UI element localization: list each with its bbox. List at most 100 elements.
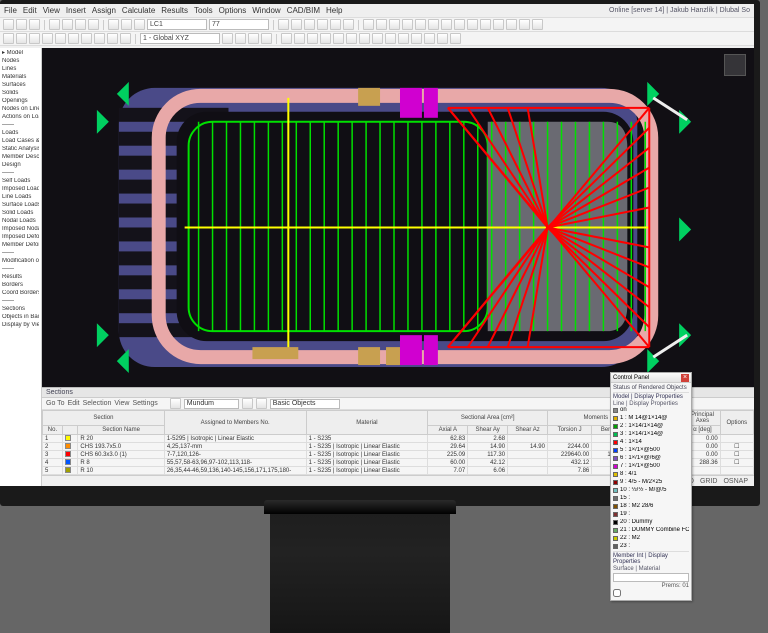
tree-item[interactable]: Actions on Load… (2, 114, 39, 121)
toolbar-button[interactable] (376, 19, 387, 30)
toolbar-button[interactable] (359, 33, 370, 44)
toolbar-button[interactable] (441, 19, 452, 30)
menu-view[interactable]: View (43, 6, 60, 15)
sections-settings[interactable]: Settings (132, 400, 157, 407)
toolbar-button[interactable] (222, 33, 233, 44)
toolbar-button[interactable] (235, 33, 246, 44)
coord-system-dropdown[interactable]: 1 - Global XYZ (140, 33, 220, 44)
menu-results[interactable]: Results (161, 6, 188, 15)
tree-item[interactable]: —— (2, 250, 39, 257)
menu-help[interactable]: Help (326, 6, 342, 15)
cp-item[interactable]: 18 : M2 28/6 (613, 503, 689, 510)
toolbar-dropdown[interactable]: LC1 (147, 19, 207, 30)
tree-item[interactable]: ▸ Model (2, 50, 39, 57)
toolbar-button[interactable] (278, 19, 289, 30)
toolbar-button[interactable] (62, 19, 73, 30)
cp-item[interactable]: 4 : 1×14 (613, 439, 689, 446)
tree-item[interactable]: Imposed Nodal Loads (2, 226, 39, 233)
toolbar-button[interactable] (29, 19, 40, 30)
sections-view[interactable]: View (114, 400, 129, 407)
cp-dropdown[interactable] (613, 573, 689, 582)
toolbar-button[interactable] (107, 33, 118, 44)
cp-item[interactable]: 1 : M 14@1×14@ (613, 415, 689, 422)
tree-item[interactable]: Solids (2, 90, 39, 97)
toolbar-button[interactable] (363, 19, 374, 30)
toolbar-button[interactable] (16, 19, 27, 30)
toolbar-button[interactable] (330, 19, 341, 30)
toolbar-button[interactable] (134, 19, 145, 30)
control-panel[interactable]: Control Panel × Status of Rendered Objec… (610, 372, 692, 601)
tree-item[interactable]: Nodal Loads (2, 218, 39, 225)
toolbar-button[interactable] (248, 33, 259, 44)
cp-item[interactable]: 7 : 1×/1×@500 (613, 463, 689, 470)
cp-item[interactable]: on (613, 407, 689, 414)
toolbar-button[interactable] (81, 33, 92, 44)
toolbar-button[interactable] (88, 19, 99, 30)
toolbar-button[interactable] (29, 33, 40, 44)
model-viewport[interactable] (42, 48, 754, 387)
toolbar-dropdown[interactable]: 77 (209, 19, 269, 30)
tree-item[interactable]: Line Loads (2, 194, 39, 201)
tree-item[interactable]: Modification on Cu… (2, 258, 39, 265)
toolbar-button[interactable] (304, 19, 315, 30)
cp-item[interactable]: 19 : (613, 511, 689, 518)
cp-item[interactable]: 23 : (613, 543, 689, 550)
menu-edit[interactable]: Edit (23, 6, 37, 15)
tree-item[interactable]: Materials (2, 74, 39, 81)
tree-item[interactable]: Imposed Loads (2, 186, 39, 193)
sections-edit[interactable]: Edit (68, 400, 80, 407)
status-osnap[interactable]: OSNAP (723, 478, 748, 485)
cp-item[interactable]: 22 : M2 (613, 535, 689, 542)
toolbar-button[interactable] (317, 19, 328, 30)
toolbar-button[interactable] (506, 19, 517, 30)
tree-item[interactable]: —— (2, 170, 39, 177)
toolbar-button[interactable] (532, 19, 543, 30)
tree-item[interactable]: Openings (2, 98, 39, 105)
menu-window[interactable]: Window (252, 6, 280, 15)
toolbar-button[interactable] (42, 33, 53, 44)
sections-filter-input[interactable]: Mundum (184, 399, 239, 409)
tree-item[interactable]: —— (2, 122, 39, 129)
toolbar-button[interactable] (385, 33, 396, 44)
toolbar-button[interactable] (108, 19, 119, 30)
toolbar-button[interactable] (256, 398, 267, 409)
toolbar-button[interactable] (281, 33, 292, 44)
cp-item[interactable]: 6 : 1×/1×@/6@ (613, 455, 689, 462)
toolbar-button[interactable] (294, 33, 305, 44)
cp-item[interactable]: 9 : 4/5 - M/2×25 (613, 479, 689, 486)
toolbar-button[interactable] (415, 19, 426, 30)
menu-options[interactable]: Options (219, 6, 247, 15)
navigator-tree[interactable]: ▸ ModelNodesLinesMaterialsSurfacesSolids… (0, 48, 42, 486)
toolbar-button[interactable] (437, 33, 448, 44)
toolbar-button[interactable] (493, 19, 504, 30)
toolbar-button[interactable] (454, 19, 465, 30)
toolbar-button[interactable] (450, 33, 461, 44)
toolbar-button[interactable] (467, 19, 478, 30)
tree-item[interactable]: Load Cases & Situations (2, 138, 39, 145)
toolbar-button[interactable] (519, 19, 530, 30)
tree-item[interactable]: Solid Loads (2, 210, 39, 217)
menu-calculate[interactable]: Calculate (122, 6, 155, 15)
tree-item[interactable]: Loads (2, 130, 39, 137)
toolbar-button[interactable] (480, 19, 491, 30)
tree-item[interactable]: Coord Borders (2, 290, 39, 297)
toolbar-button[interactable] (121, 19, 132, 30)
toolbar-button[interactable] (16, 33, 27, 44)
toolbar-button[interactable] (428, 19, 439, 30)
tree-item[interactable]: Sections (2, 306, 39, 313)
toolbar-button[interactable] (346, 33, 357, 44)
control-panel-titlebar[interactable]: Control Panel × (611, 373, 691, 383)
toolbar-button[interactable] (170, 398, 181, 409)
tree-item[interactable]: —— (2, 298, 39, 305)
toolbar-button[interactable] (75, 19, 86, 30)
tree-item[interactable]: Lines (2, 66, 39, 73)
tree-item[interactable]: Member Descriptions (2, 154, 39, 161)
toolbar-button[interactable] (3, 33, 14, 44)
toolbar-button[interactable] (261, 33, 272, 44)
toolbar-button[interactable] (398, 33, 409, 44)
tree-item[interactable]: Self Loads (2, 178, 39, 185)
tree-item[interactable]: Static Analysis (2, 146, 39, 153)
menu-tools[interactable]: Tools (194, 6, 213, 15)
cp-item[interactable]: 8 : 4/1 (613, 471, 689, 478)
tree-item[interactable]: Imposed Deformations (2, 234, 39, 241)
